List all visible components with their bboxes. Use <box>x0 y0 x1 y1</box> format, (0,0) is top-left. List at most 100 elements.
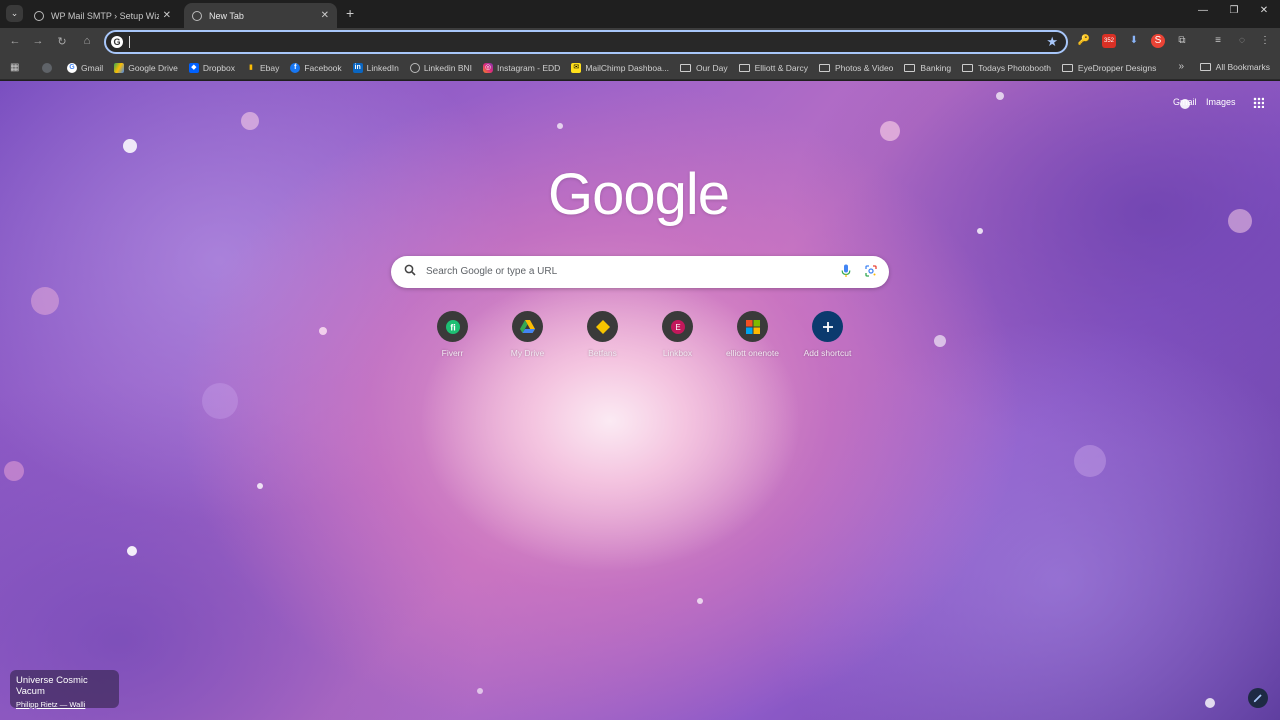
bookmark-item-google-drive[interactable]: Google Drive <box>114 62 178 73</box>
folder-icon <box>904 63 916 72</box>
bookmark-folder-our-day[interactable]: Our Day <box>679 62 728 73</box>
search-icon <box>404 264 416 276</box>
shortcut-betfans[interactable]: Betfans <box>565 311 640 358</box>
extension-badge: 352 <box>1103 38 1114 44</box>
svg-text:E: E <box>675 323 680 332</box>
shortcut-tile <box>737 311 768 342</box>
close-icon[interactable]: ✕ <box>321 10 329 21</box>
microsoft-icon <box>745 319 760 334</box>
address-bar[interactable]: G ★ <box>104 30 1068 54</box>
folder-icon <box>1199 63 1211 71</box>
apps-grid-icon[interactable]: ▦ <box>10 62 24 73</box>
folder-icon <box>1061 63 1073 72</box>
menu-icon[interactable]: ⋮ <box>1258 34 1272 48</box>
shortcut-label: Betfans <box>588 348 617 358</box>
ebay-icon: ▮ <box>249 63 253 71</box>
text-cursor <box>129 36 130 48</box>
bookmark-label: Dropbox <box>202 62 235 73</box>
shortcut-my-drive[interactable]: My Drive <box>490 311 565 358</box>
bookmark-folder-banking[interactable]: Banking <box>904 63 951 73</box>
plus-icon <box>822 321 833 332</box>
minimize-button[interactable]: — <box>1195 5 1211 16</box>
bookmark-item-dropbox[interactable]: ◆ Dropbox <box>188 62 235 73</box>
all-bookmarks-button[interactable]: All Bookmarks <box>1199 62 1270 72</box>
betfans-icon <box>595 319 610 334</box>
tab-strip: ⌄ WP Mail SMTP › Setup Wizard ✕ New Tab … <box>0 0 1280 28</box>
bookmark-folder-todays-photobooth[interactable]: Todays Photobooth <box>962 63 1051 73</box>
fiverr-icon: fi <box>445 319 460 334</box>
bookmark-label: Elliott & Darcy <box>754 62 808 73</box>
shortcut-add[interactable]: Add shortcut <box>790 311 865 358</box>
bookmarks-overflow-button[interactable]: » <box>1178 61 1184 72</box>
bookmark-label: Photos & Video <box>834 62 894 73</box>
shortcut-elliott-onenote[interactable]: elliott onenote <box>715 311 790 358</box>
bookmark-label: Instagram - EDD <box>497 62 561 73</box>
bookmark-item-linkedin-bni[interactable]: Linkedin BNI <box>409 62 473 73</box>
back-button[interactable]: ← <box>8 35 22 47</box>
new-tab-button[interactable]: + <box>346 6 354 20</box>
media-queue-icon[interactable]: ≡ <box>1211 34 1225 48</box>
globe-icon <box>34 10 44 21</box>
forward-button[interactable]: → <box>31 35 45 47</box>
bookmark-item-linkedin[interactable]: in LinkedIn <box>352 62 399 73</box>
pencil-icon <box>1253 694 1262 703</box>
bookmark-label: MailChimp Dashboa... <box>585 62 669 73</box>
bookmark-folder-photos-video[interactable]: Photos & Video <box>818 62 894 73</box>
customize-chrome-button[interactable] <box>1248 688 1268 708</box>
new-tab-page: Gmail Images Google Search Google or typ… <box>0 81 1280 720</box>
bookmark-label: Gmail <box>81 62 104 73</box>
shortcut-linkbox[interactable]: E Linkbox <box>640 311 715 358</box>
shortcut-tile: E <box>662 311 693 342</box>
restore-button[interactable]: ❐ <box>1226 5 1242 16</box>
bookmark-star-icon[interactable]: ★ <box>1046 34 1058 50</box>
bookmarks-bar: ▦ G Gmail Google Drive ◆ Dropbox ▮ Ebay … <box>0 56 1280 80</box>
linkedin-icon: in <box>352 62 363 73</box>
bookmark-folder-eyedropper-designs[interactable]: EyeDropper Designs <box>1061 62 1157 73</box>
gmail-link[interactable]: Gmail <box>1173 97 1197 107</box>
bookmark-label: Ebay <box>259 62 280 73</box>
bookmark-folder-elliott-darcy[interactable]: Elliott & Darcy <box>738 62 808 73</box>
bookmark-item-mailchimp[interactable]: ✉ MailChimp Dashboa... <box>571 62 669 73</box>
images-link[interactable]: Images <box>1206 97 1236 107</box>
close-icon[interactable]: ✕ <box>163 10 171 21</box>
reload-button[interactable]: ↻ <box>55 35 69 48</box>
bookmark-item-chromium[interactable] <box>42 62 56 73</box>
tab-search-button[interactable]: ⌄ <box>6 5 23 22</box>
bookmark-item-facebook[interactable]: f Facebook <box>290 62 342 73</box>
bookmark-item-instagram[interactable]: ◎ Instagram - EDD <box>483 62 561 73</box>
google-apps-icon[interactable] <box>1253 97 1264 108</box>
bookmark-label: Google Drive <box>128 62 178 73</box>
window-close-button[interactable]: ✕ <box>1256 5 1272 16</box>
bookmark-label: Our Day <box>695 62 728 73</box>
shortcut-tile <box>812 311 843 342</box>
puzzle-icon[interactable]: ⧉ <box>1175 34 1189 48</box>
browser-toolbar: ← → ↻ ⌂ G ★ 🔑 352 ⬇ S ⧉ ≡ ◌ ⋮ <box>0 28 1280 56</box>
attribution-author-link[interactable]: Philipp Rietz — Walli <box>16 700 113 709</box>
home-button[interactable]: ⌂ <box>80 35 94 47</box>
folder-icon <box>962 63 974 72</box>
instagram-icon: ◎ <box>483 62 494 73</box>
shortcut-fiverr[interactable]: fi Fiverr <box>415 311 490 358</box>
mailchimp-icon: ✉ <box>571 62 582 73</box>
bookmark-label: EyeDropper Designs <box>1077 62 1157 73</box>
drive-icon <box>520 320 535 333</box>
bookmark-label: Linkedin BNI <box>423 62 473 73</box>
calendar-badge-icon[interactable]: 352 <box>1102 34 1116 48</box>
search-box[interactable]: Search Google or type a URL <box>391 256 889 288</box>
search-placeholder: Search Google or type a URL <box>426 266 558 277</box>
microphone-icon[interactable] <box>841 264 851 278</box>
extension-red-icon[interactable]: S <box>1151 34 1165 48</box>
tab-new-tab[interactable]: New Tab ✕ <box>184 3 337 28</box>
key-icon[interactable]: 🔑 <box>1077 34 1091 48</box>
download-icon[interactable]: ⬇ <box>1127 34 1141 48</box>
bookmark-item-gmail[interactable]: G Gmail <box>67 62 104 73</box>
tab-wp-mail-smtp[interactable]: WP Mail SMTP › Setup Wizard ✕ <box>26 3 179 28</box>
google-lens-icon[interactable] <box>865 265 877 277</box>
folder-icon <box>738 63 750 72</box>
background-attribution[interactable]: Universe Cosmic Vacum Philipp Rietz — Wa… <box>10 670 119 709</box>
linkbox-icon: E <box>670 319 685 334</box>
shortcut-tile: fi <box>437 311 468 342</box>
bookmark-item-ebay[interactable]: ▮ Ebay <box>246 63 279 73</box>
profile-icon[interactable]: ◌ <box>1235 34 1249 48</box>
globe-icon <box>192 10 202 21</box>
